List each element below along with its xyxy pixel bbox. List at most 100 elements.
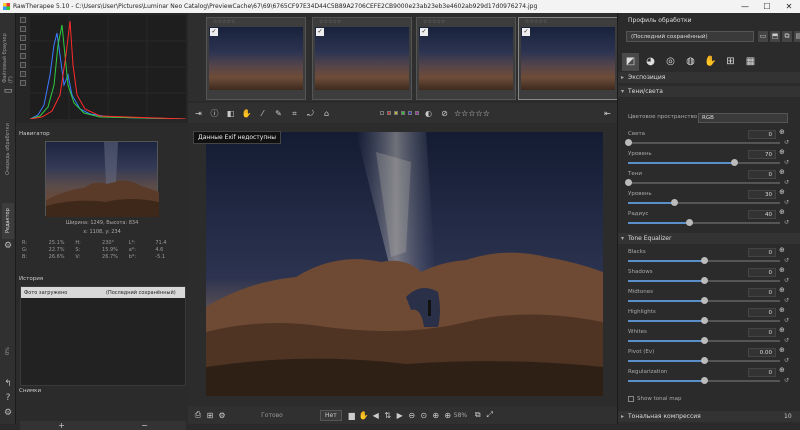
help-icon[interactable]: ?: [3, 393, 13, 403]
sync-icon[interactable]: ⇅: [382, 411, 394, 420]
rating-stars[interactable]: ☆☆☆☆☆: [207, 18, 305, 26]
zoom-100-icon[interactable]: ⊙: [418, 411, 430, 420]
slider-track[interactable]: [628, 297, 780, 304]
slider-track[interactable]: [628, 257, 780, 264]
filmstrip-thumbnail[interactable]: ☆☆☆☆☆ ✓: [312, 17, 412, 100]
panel-toggle-icon[interactable]: ⇥: [192, 107, 205, 120]
slider-value-input[interactable]: 30: [748, 190, 776, 199]
slider-knob[interactable]: [625, 179, 632, 186]
zoom-out-icon[interactable]: ⊖: [406, 411, 418, 420]
section-tone-equalizer[interactable]: Tone Equalizer: [618, 233, 800, 244]
section-shadows-highlights[interactable]: Тени/света: [618, 86, 800, 97]
settings-icon[interactable]: ⚙: [3, 408, 13, 418]
slider-plus-minus[interactable]: ⊕: [779, 208, 785, 216]
color-icon[interactable]: ◕: [642, 53, 659, 71]
queue-icon[interactable]: ⊞: [204, 411, 216, 420]
histogram-blue-toggle[interactable]: [20, 35, 26, 41]
star-rating-icon[interactable]: ☆☆☆☆☆: [454, 107, 490, 120]
detail-icon[interactable]: ◎: [662, 53, 679, 71]
slider-track[interactable]: [625, 179, 780, 186]
fullscreen-icon[interactable]: ⤢: [484, 410, 496, 420]
open-profile-icon[interactable]: ▭: [758, 31, 768, 42]
reset-icon[interactable]: ↺: [784, 297, 789, 304]
filmstrip-thumbnail[interactable]: ☆☆☆☆☆ ✓: [416, 17, 516, 100]
filmstrip-thumbnail[interactable]: ☆☆☆☆☆ ✓: [206, 17, 306, 100]
slider-knob[interactable]: [670, 199, 678, 206]
reset-icon[interactable]: ↺: [784, 277, 789, 284]
preview-mode-icon[interactable]: ◐: [422, 107, 435, 120]
perspective-icon[interactable]: ⌂: [320, 107, 333, 120]
slider-plus-minus[interactable]: ⊕: [779, 246, 785, 254]
reset-icon[interactable]: ↺: [784, 159, 789, 166]
focus-mask-icon[interactable]: ✋: [358, 411, 370, 420]
slider-track[interactable]: [628, 199, 780, 206]
slider-value-input[interactable]: 0: [748, 308, 776, 317]
slider-knob[interactable]: [685, 219, 693, 226]
slider-plus-minus[interactable]: ⊕: [779, 346, 785, 354]
minimize-button[interactable]: —: [734, 2, 756, 11]
advanced-icon[interactable]: ◍: [682, 53, 699, 71]
color-label-red[interactable]: [387, 111, 391, 115]
slider-plus-minus[interactable]: ⊕: [779, 188, 785, 196]
filmstrip-thumbnail-selected[interactable]: ☆☆☆☆☆ ✓: [518, 17, 618, 100]
back-arrow-icon[interactable]: ↰: [3, 379, 13, 389]
white-balance-picker-icon[interactable]: ⁄: [256, 107, 269, 120]
slider-value-input[interactable]: 0: [748, 170, 776, 179]
color-label-purple[interactable]: [415, 111, 419, 115]
maximize-button[interactable]: ☐: [756, 2, 778, 11]
slider-value-input[interactable]: 0: [748, 268, 776, 277]
info-icon[interactable]: ⓘ: [208, 107, 221, 120]
slider-track[interactable]: [628, 317, 780, 324]
slider-plus-minus[interactable]: ⊕: [779, 366, 785, 374]
exposure-icon[interactable]: ◩: [622, 53, 639, 71]
tab-file-browser[interactable]: Файловый браузер (F): [2, 25, 14, 83]
reset-icon[interactable]: ↺: [784, 219, 789, 226]
histogram-mode-toggle[interactable]: [20, 80, 26, 86]
slider-track[interactable]: [628, 337, 780, 344]
histogram-chroma-toggle[interactable]: [20, 53, 26, 59]
colorspace-select[interactable]: RGB: [698, 113, 788, 123]
reset-icon[interactable]: ↺: [784, 357, 789, 364]
copy-profile-icon[interactable]: ⧉: [782, 31, 792, 42]
slider-plus-minus[interactable]: ⊕: [779, 306, 785, 314]
slider-value-input[interactable]: 0: [748, 288, 776, 297]
slider-track[interactable]: [628, 377, 780, 384]
slider-value-input[interactable]: 0: [748, 248, 776, 257]
rating-stars[interactable]: ☆☆☆☆☆: [313, 18, 411, 26]
slider-value-input[interactable]: 0.00: [748, 348, 776, 357]
background-color-icon[interactable]: ▆: [346, 411, 358, 420]
slider-knob[interactable]: [701, 357, 708, 364]
zoom-fit-icon[interactable]: ⊕: [430, 411, 442, 420]
slider-value-input[interactable]: 70: [748, 150, 776, 159]
slider-plus-minus[interactable]: ⊕: [779, 148, 785, 156]
slider-knob[interactable]: [701, 317, 708, 324]
rating-stars[interactable]: ☆☆☆☆☆: [417, 18, 515, 26]
next-image-icon[interactable]: ▶: [394, 411, 406, 420]
slider-knob[interactable]: [701, 297, 708, 304]
slider-plus-minus[interactable]: ⊕: [779, 266, 785, 274]
slider-track[interactable]: [628, 277, 780, 284]
hand-icon[interactable]: ✋: [240, 107, 253, 120]
slider-knob[interactable]: [701, 257, 708, 264]
slider-track[interactable]: [625, 139, 780, 146]
slider-knob[interactable]: [701, 337, 708, 344]
rating-none-icon[interactable]: ⊘: [438, 107, 451, 120]
color-label-yellow[interactable]: [394, 111, 398, 115]
transform-icon[interactable]: ✋: [702, 53, 719, 71]
color-picker-icon[interactable]: ✎: [272, 107, 285, 120]
slider-plus-minus[interactable]: ⊕: [779, 286, 785, 294]
slider-plus-minus[interactable]: ⊕: [779, 168, 785, 176]
save-profile-icon[interactable]: ⬒: [770, 31, 780, 42]
save-icon[interactable]: ⎙: [192, 410, 204, 420]
preview-mode-select[interactable]: Нет: [320, 409, 342, 421]
section-tonal-compression[interactable]: Тональная компрессия: [618, 411, 800, 422]
reset-icon[interactable]: ↺: [784, 257, 789, 264]
profile-select[interactable]: (Последний сохранённый): [626, 31, 754, 42]
metadata-icon[interactable]: ▦: [742, 53, 759, 71]
histogram-green-toggle[interactable]: [20, 26, 26, 32]
histogram-red-toggle[interactable]: [20, 17, 26, 23]
histogram-luma-toggle[interactable]: [20, 44, 26, 50]
raw-icon[interactable]: ⊞: [722, 53, 739, 71]
zoom-in-icon[interactable]: ⊕: [442, 411, 454, 420]
reset-icon[interactable]: ↺: [784, 377, 789, 384]
